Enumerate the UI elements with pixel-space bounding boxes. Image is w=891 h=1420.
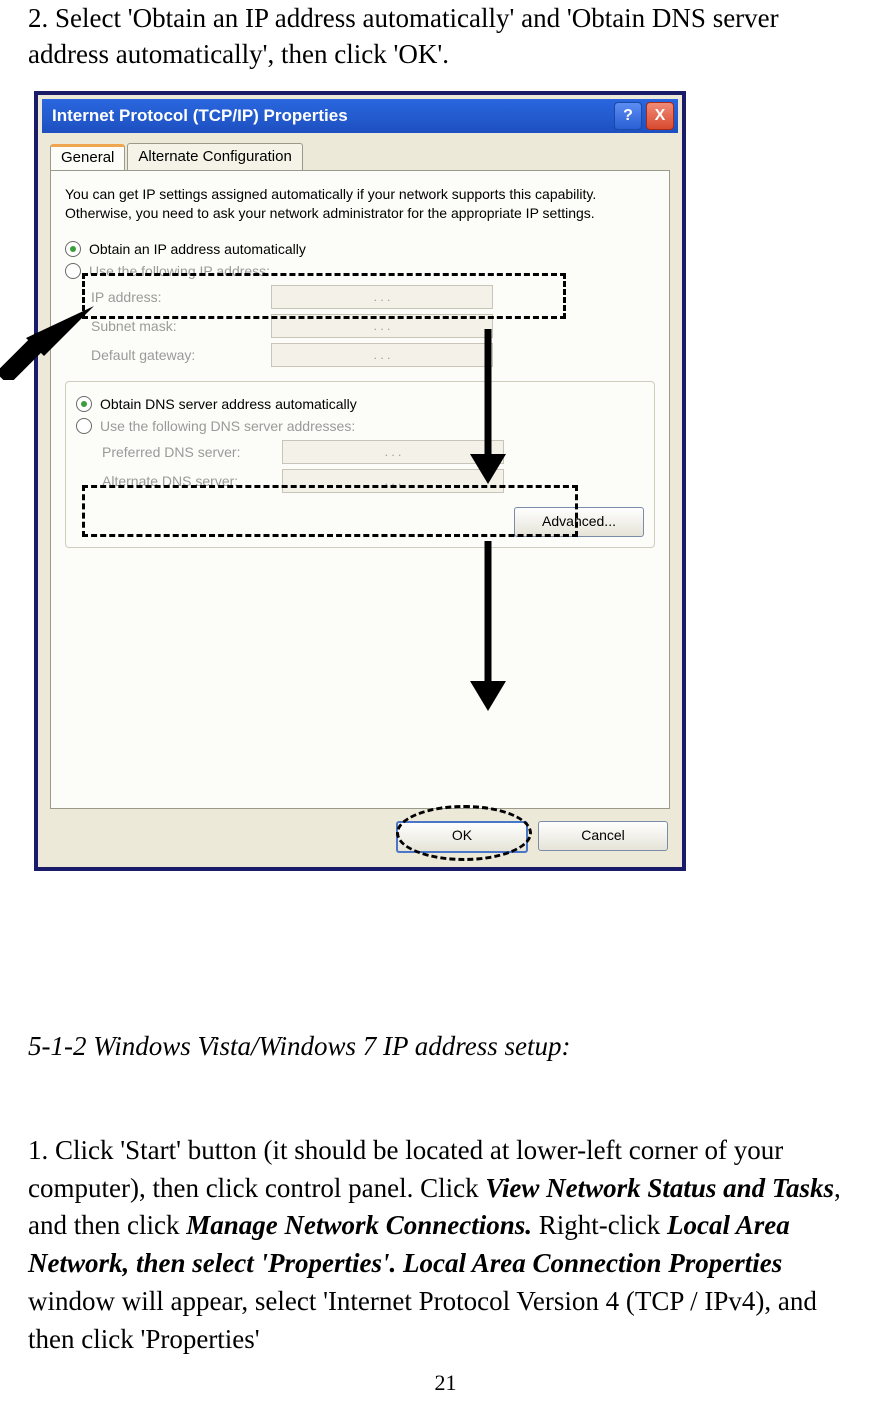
tab-panel-general: You can get IP settings assigned automat… — [50, 170, 670, 809]
label-preferred-dns: Preferred DNS server: — [102, 444, 282, 460]
tab-general[interactable]: General — [50, 144, 125, 171]
page-number: 21 — [0, 1370, 891, 1396]
dialog-actions: OK Cancel — [42, 809, 678, 863]
screenshot-tcpip-properties: Internet Protocol (TCP/IP) Properties ? … — [34, 91, 686, 871]
dns-fields: Preferred DNS server:. . . Alternate DNS… — [102, 440, 644, 493]
input-preferred-dns: . . . — [282, 440, 504, 464]
help-button[interactable]: ? — [614, 102, 642, 130]
description-text: You can get IP settings assigned automat… — [65, 185, 655, 223]
section-heading: 5-1-2 Windows Vista/Windows 7 IP address… — [28, 1031, 863, 1062]
radio-use-following-dns[interactable]: Use the following DNS server addresses: — [76, 418, 644, 434]
label-alternate-dns: Alternate DNS server: — [102, 473, 282, 489]
ip-fields: IP address:. . . Subnet mask:. . . Defau… — [91, 285, 655, 367]
label-default-gateway: Default gateway: — [91, 347, 271, 363]
radio-label: Obtain an IP address automatically — [89, 241, 306, 257]
advanced-button[interactable]: Advanced... — [514, 507, 644, 537]
tab-strip: General Alternate Configuration — [42, 133, 678, 170]
radio-icon — [76, 418, 92, 434]
step-1-paragraph: 1. Click 'Start' button (it should be lo… — [28, 1132, 863, 1359]
titlebar: Internet Protocol (TCP/IP) Properties ? … — [42, 99, 678, 133]
ok-button[interactable]: OK — [396, 821, 528, 853]
input-ip-address: . . . — [271, 285, 493, 309]
tab-alternate-configuration[interactable]: Alternate Configuration — [127, 143, 302, 170]
cancel-button[interactable]: Cancel — [538, 821, 668, 851]
bold-link-view-status: View Network Status and Tasks — [485, 1173, 834, 1203]
input-subnet-mask: . . . — [271, 314, 493, 338]
dns-group: Obtain DNS server address automatically … — [65, 381, 655, 548]
radio-icon — [65, 241, 81, 257]
radio-obtain-ip-automatically[interactable]: Obtain an IP address automatically — [65, 241, 655, 257]
window-title: Internet Protocol (TCP/IP) Properties — [52, 106, 610, 126]
radio-icon — [76, 396, 92, 412]
label-ip-address: IP address: — [91, 289, 271, 305]
radio-label: Use the following DNS server addresses: — [100, 418, 355, 434]
instruction-step-2: 2. Select 'Obtain an IP address automati… — [28, 0, 863, 73]
text: window will appear, select 'Internet Pro… — [28, 1286, 817, 1354]
input-alternate-dns: . . . — [282, 469, 504, 493]
close-button[interactable]: X — [646, 102, 674, 130]
bold-link-manage-connections: Manage Network Connections. — [186, 1210, 532, 1240]
radio-label: Use the following IP address: — [89, 263, 270, 279]
text: Right-click — [532, 1210, 667, 1240]
label-subnet-mask: Subnet mask: — [91, 318, 271, 334]
radio-icon — [65, 263, 81, 279]
input-default-gateway: . . . — [271, 343, 493, 367]
radio-use-following-ip[interactable]: Use the following IP address: — [65, 263, 655, 279]
radio-obtain-dns-automatically[interactable]: Obtain DNS server address automatically — [76, 396, 644, 412]
radio-label: Obtain DNS server address automatically — [100, 396, 357, 412]
